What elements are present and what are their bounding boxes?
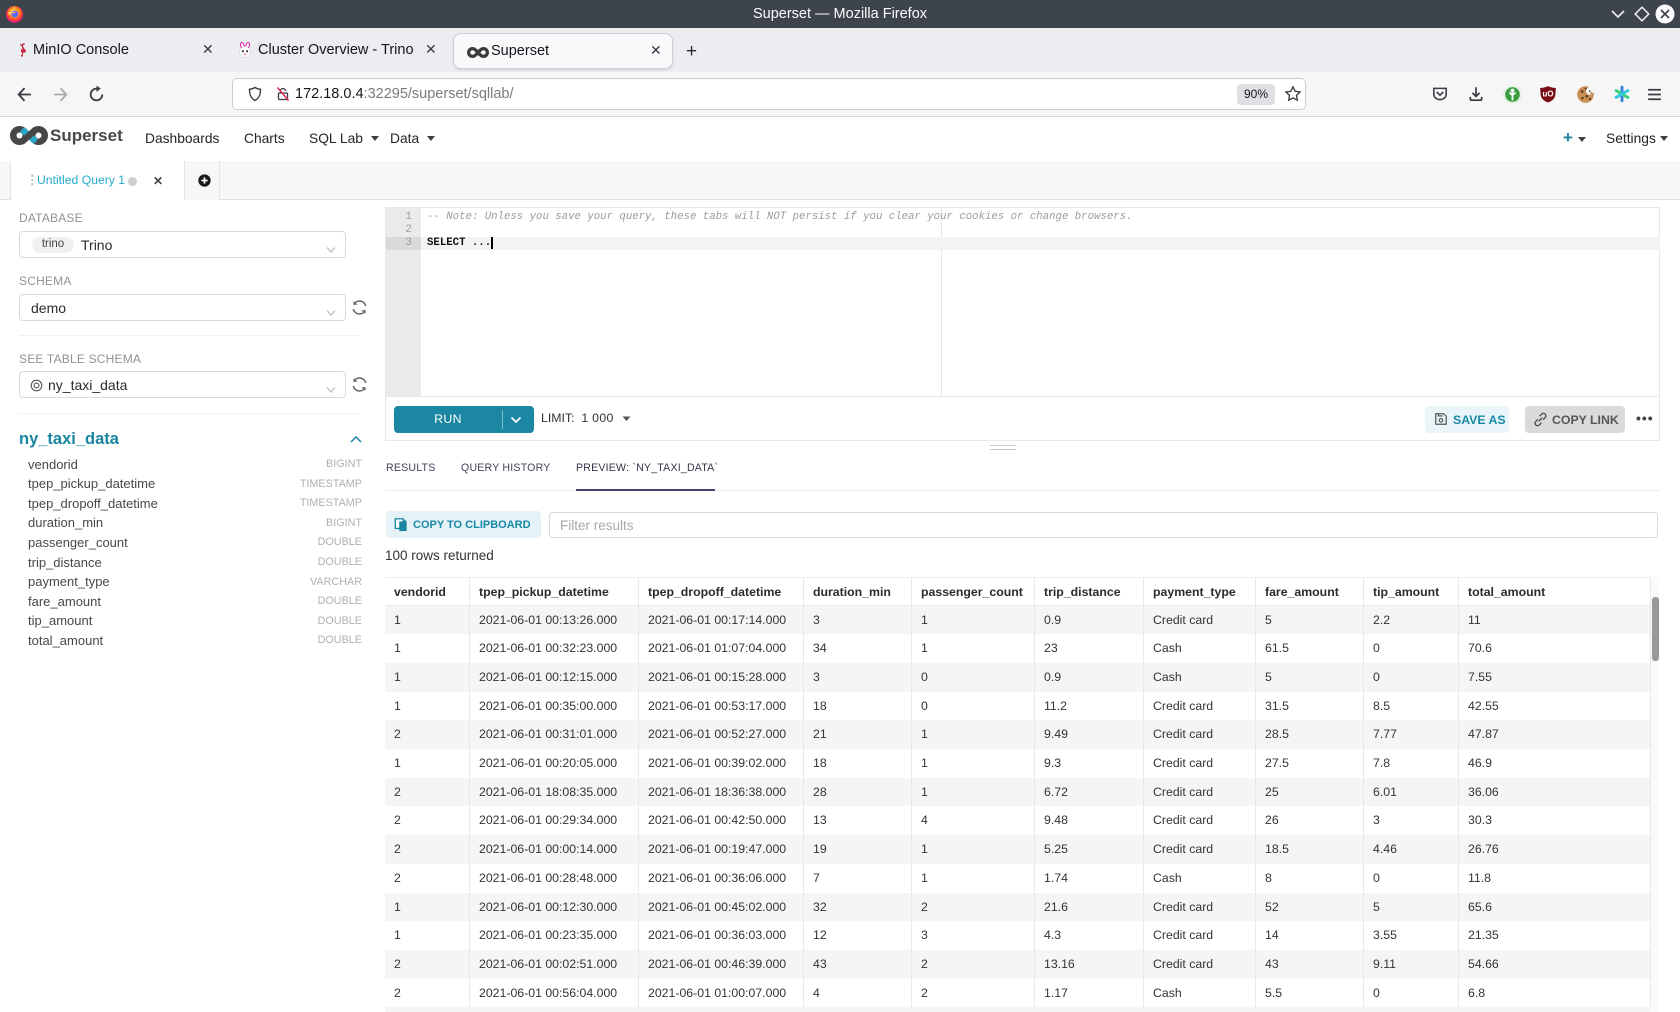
svg-text:uO: uO: [1543, 89, 1554, 98]
